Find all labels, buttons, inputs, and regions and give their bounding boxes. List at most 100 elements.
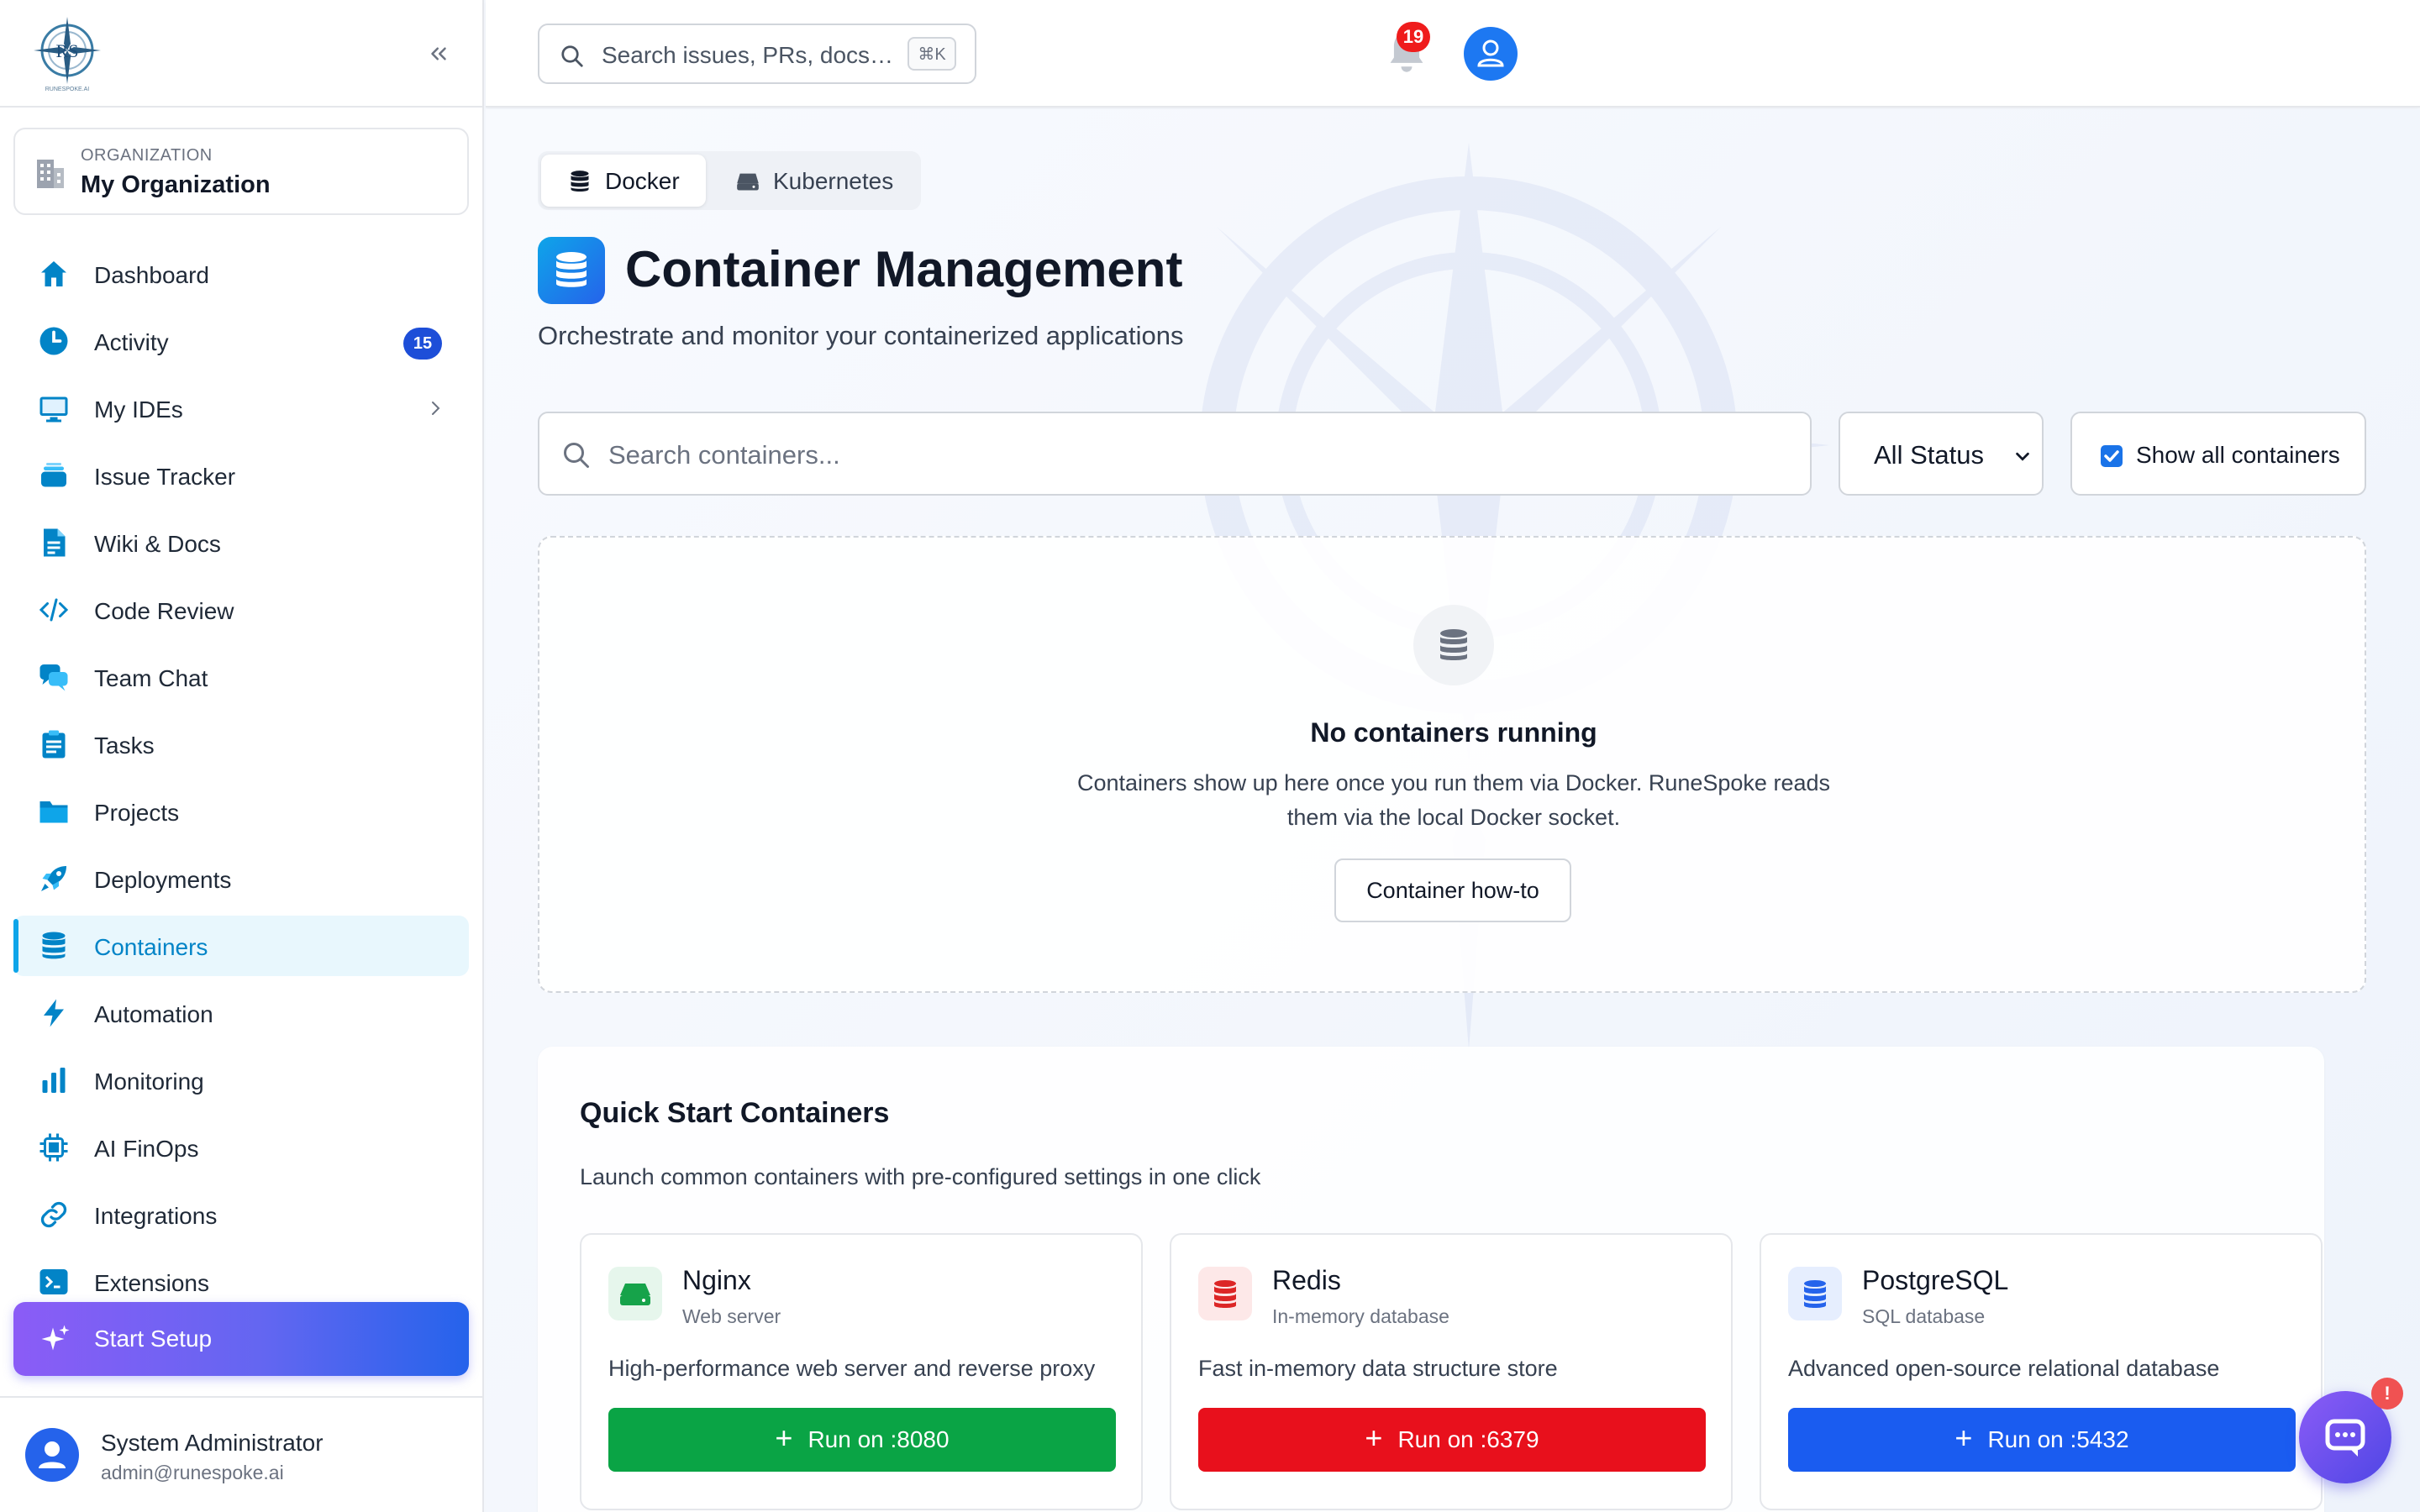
- sidebar-item-team-chat[interactable]: Team Chat: [13, 647, 469, 707]
- page-title: Container Management: [625, 241, 1183, 297]
- monitor-icon: [39, 396, 68, 423]
- sidebar-item-label: AI FinOps: [94, 1136, 199, 1162]
- runespoke-logo[interactable]: RS RUNESPOKE.AI: [32, 15, 103, 92]
- quick-start-section: Quick Start Containers Launch common con…: [538, 1047, 2324, 1512]
- run-button-label: Run on :8080: [808, 1426, 950, 1452]
- sidebar-item-label: My IDEs: [94, 396, 183, 423]
- sidebar-nav: Dashboard Activity 15 My IDEs Issue Trac…: [13, 244, 469, 1319]
- tab-docker[interactable]: Docker: [541, 155, 706, 207]
- profile-button[interactable]: [1464, 27, 1518, 81]
- server-icon: [620, 1284, 650, 1305]
- sidebar-item-dashboard[interactable]: Dashboard: [13, 244, 469, 304]
- home-icon: [41, 261, 66, 286]
- database-icon: [571, 171, 589, 192]
- chevron-down-icon: [2016, 452, 2029, 461]
- building-icon: [37, 160, 64, 188]
- start-setup-label: Start Setup: [94, 1326, 213, 1352]
- bar-chart-icon: [42, 1068, 66, 1093]
- rocket-icon: [41, 866, 66, 891]
- sidebar-item-label: Deployments: [94, 867, 232, 893]
- keyboard-shortcut-hint: ⌘K: [908, 37, 956, 71]
- start-setup-button[interactable]: Start Setup: [13, 1302, 469, 1376]
- user-email: admin@runespoke.ai: [101, 1462, 284, 1483]
- quick-start-title: Quick Start Containers: [580, 1097, 890, 1129]
- sidebar-item-label: Activity: [94, 329, 169, 355]
- template-type: SQL database: [1862, 1305, 1986, 1327]
- status-filter-select[interactable]: All Status: [1839, 412, 2044, 496]
- template-card-nginx: Nginx Web server High-performance web se…: [580, 1233, 1143, 1510]
- organization-label: ORGANIZATION: [81, 146, 213, 165]
- chat-alert-badge: !: [2371, 1378, 2403, 1410]
- sidebar-item-label: Tasks: [94, 732, 155, 759]
- sidebar-item-label: Containers: [94, 934, 208, 960]
- chevron-right-icon: [432, 402, 440, 415]
- svg-text:RUNESPOKE.AI: RUNESPOKE.AI: [45, 87, 90, 92]
- avatar: [25, 1428, 79, 1482]
- sidebar-item-label: Projects: [94, 800, 180, 826]
- chip-icon: [39, 1133, 68, 1162]
- user-icon: [39, 1441, 66, 1468]
- organization-switcher[interactable]: ORGANIZATION My Organization: [13, 128, 469, 215]
- check-icon: [2104, 450, 2119, 462]
- sidebar-item-activity[interactable]: Activity 15: [13, 311, 469, 371]
- sidebar-item-label: Monitoring: [94, 1068, 204, 1095]
- sidebar-item-projects[interactable]: Projects: [13, 781, 469, 842]
- quick-start-subtitle: Launch common containers with pre-config…: [580, 1164, 1261, 1189]
- sidebar-item-integrations[interactable]: Integrations: [13, 1184, 469, 1245]
- sidebar-item-wiki-docs[interactable]: Wiki & Docs: [13, 512, 469, 573]
- sidebar-item-label: Issue Tracker: [94, 464, 236, 490]
- sidebar-item-label: Wiki & Docs: [94, 531, 221, 557]
- collapse-sidebar-button[interactable]: [420, 37, 457, 71]
- template-description: High-performance web server and reverse …: [608, 1356, 1096, 1381]
- sidebar-item-containers[interactable]: Containers: [13, 916, 469, 976]
- sidebar-item-label: Automation: [94, 1001, 213, 1027]
- template-icon-box: [1788, 1267, 1842, 1320]
- show-all-checkbox[interactable]: [2101, 445, 2123, 467]
- sidebar-item-code-review[interactable]: Code Review: [13, 580, 469, 640]
- sidebar-item-my-ides[interactable]: My IDEs: [13, 378, 469, 438]
- layers-icon: [41, 463, 66, 487]
- empty-state-description: Containers show up here once you run the…: [1076, 770, 1830, 830]
- template-name: Redis: [1272, 1265, 1341, 1295]
- empty-state: No containers running Containers show up…: [538, 536, 2366, 993]
- user-panel[interactable]: System Administrator admin@runespoke.ai: [0, 1396, 484, 1512]
- terminal-icon: [39, 1269, 68, 1294]
- empty-state-title: No containers running: [1310, 717, 1597, 748]
- organization-name: My Organization: [81, 171, 271, 198]
- container-search-input[interactable]: Search containers...: [538, 412, 1812, 496]
- template-card-redis: Redis In-memory database Fast in-memory …: [1170, 1233, 1733, 1510]
- topbar: Search issues, PRs, docs… ⌘K 19: [486, 0, 2420, 108]
- main-content: Docker Kubernetes Container Management O…: [486, 109, 2420, 1512]
- bolt-icon: [44, 999, 64, 1027]
- sidebar-item-issue-tracker[interactable]: Issue Tracker: [13, 445, 469, 506]
- svg-text:RS: RS: [56, 40, 79, 61]
- template-type: Web server: [682, 1305, 781, 1327]
- sparkles-icon: [41, 1325, 70, 1351]
- run-redis-button[interactable]: + Run on :6379: [1198, 1408, 1706, 1472]
- sidebar-header: RS RUNESPOKE.AI: [0, 0, 482, 108]
- container-how-to-button[interactable]: Container how-to: [1334, 858, 1571, 922]
- runtime-tabs: Docker Kubernetes: [538, 151, 921, 210]
- global-search-input[interactable]: Search issues, PRs, docs… ⌘K: [538, 24, 976, 84]
- sidebar-item-monitoring[interactable]: Monitoring: [13, 1050, 469, 1110]
- run-button-label: Run on :6379: [1397, 1426, 1539, 1452]
- sidebar-item-ai-finops[interactable]: AI FinOps: [13, 1117, 469, 1178]
- user-name: System Administrator: [101, 1430, 324, 1456]
- containers-page-icon: [538, 237, 605, 304]
- tab-kubernetes[interactable]: Kubernetes: [709, 155, 918, 207]
- sidebar: RS RUNESPOKE.AI ORGANIZATION My Organiza…: [0, 0, 484, 1512]
- activity-count-badge: 15: [403, 328, 442, 360]
- run-postgresql-button[interactable]: + Run on :5432: [1788, 1408, 2296, 1472]
- sidebar-item-deployments[interactable]: Deployments: [13, 848, 469, 909]
- link-icon: [40, 1201, 67, 1228]
- folder-icon: [39, 801, 68, 823]
- sidebar-item-tasks[interactable]: Tasks: [13, 714, 469, 774]
- empty-state-icon-circle: [1413, 605, 1494, 685]
- sidebar-item-label: Integrations: [94, 1203, 218, 1229]
- server-icon: [737, 173, 759, 191]
- clipboard-icon: [42, 730, 66, 759]
- chat-icon: [39, 664, 68, 691]
- sidebar-item-automation[interactable]: Automation: [13, 983, 469, 1043]
- plus-icon: +: [1365, 1420, 1383, 1455]
- run-nginx-button[interactable]: + Run on :8080: [608, 1408, 1116, 1472]
